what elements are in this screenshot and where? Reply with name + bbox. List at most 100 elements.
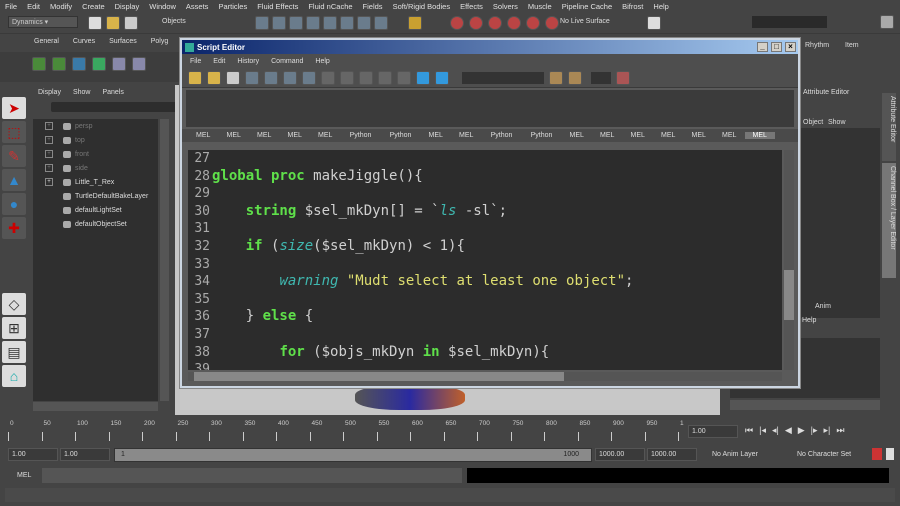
menu-fluid-ncache[interactable]: Fluid nCache (308, 2, 352, 11)
field-icon[interactable] (72, 57, 86, 71)
time-slider[interactable]: 0 50 100 150 200 250 300 350 400 450 500 550 600 650 7… (8, 420, 688, 442)
outliner-item[interactable]: +defaultLightSet (33, 203, 158, 217)
outliner-item[interactable]: + side (33, 161, 158, 175)
script-tab-mel[interactable]: MEL (623, 132, 654, 139)
move-tool-icon[interactable]: ▲ (2, 169, 26, 191)
echo-all-icon[interactable] (264, 70, 278, 85)
new-scene-icon[interactable] (88, 16, 102, 30)
clear-input-icon[interactable] (397, 70, 411, 85)
shelf-tab-surfaces[interactable]: Surfaces (109, 38, 137, 51)
menu-assets[interactable]: Assets (186, 2, 209, 11)
four-view-icon[interactable]: ⊞ (2, 317, 26, 339)
menu-solvers[interactable]: Solvers (493, 2, 518, 11)
script-tab-mel[interactable]: MEL (280, 132, 311, 139)
script-tab-mel[interactable]: MEL (451, 132, 482, 139)
select-component-icon[interactable] (289, 16, 303, 30)
goto-line-icon[interactable] (616, 70, 630, 85)
single-view-icon[interactable]: ◇ (2, 293, 26, 315)
close-button[interactable]: × (785, 42, 796, 52)
script-editor-titlebar[interactable]: Script Editor _ □ × (182, 40, 798, 54)
outliner-item[interactable]: + front (33, 147, 158, 161)
scroll-thumb[interactable] (194, 372, 564, 381)
menu-set-dropdown[interactable]: Dynamics ▾ (8, 16, 78, 28)
menu-display[interactable]: Display (115, 2, 140, 11)
shelf-tab-general[interactable]: General (34, 38, 59, 51)
menu-edit[interactable]: Edit (27, 2, 40, 11)
se-menu-command[interactable]: Command (271, 58, 303, 65)
playback-start-field[interactable]: 1.00 (60, 448, 110, 461)
outliner-menu-display[interactable]: Display (38, 89, 61, 96)
outliner-item[interactable]: + persp (33, 119, 158, 133)
hypershade-layout-icon[interactable]: ⌂ (2, 365, 26, 387)
preferences-icon[interactable] (886, 448, 894, 460)
script-tab-python[interactable]: Python (522, 132, 562, 139)
snap-point-icon[interactable] (340, 16, 354, 30)
script-tab-mel[interactable]: MEL (249, 132, 280, 139)
menu-particles[interactable]: Particles (218, 2, 247, 11)
se-menu-history[interactable]: History (237, 58, 259, 65)
search-down-icon[interactable] (549, 70, 563, 85)
menu-fields[interactable]: Fields (363, 2, 383, 11)
attr-menu-show[interactable]: Show (828, 119, 846, 126)
show-line-numbers-icon[interactable] (283, 70, 297, 85)
expand-icon[interactable]: + (45, 136, 53, 144)
menu-modify[interactable]: Modify (50, 2, 72, 11)
expand-icon[interactable]: + (45, 122, 53, 130)
outliner-layout-icon[interactable]: ▤ (2, 341, 26, 363)
quick-select-input[interactable] (752, 16, 827, 28)
expand-icon[interactable]: + (45, 150, 53, 158)
show-both-icon[interactable] (340, 70, 354, 85)
soft-body-icon[interactable] (112, 57, 126, 71)
lock-icon[interactable] (408, 16, 422, 30)
render-view-icon[interactable] (647, 16, 661, 30)
particle-tool-icon[interactable] (32, 57, 46, 71)
step-back-frame-icon[interactable]: ◂| (772, 425, 779, 436)
execute-all-icon[interactable] (416, 70, 430, 85)
script-tab-mel[interactable]: MEL (592, 132, 623, 139)
open-scene-icon[interactable] (106, 16, 120, 30)
maximize-button[interactable]: □ (771, 42, 782, 52)
script-tab-python[interactable]: Python (482, 132, 522, 139)
script-tab-python[interactable]: Python (381, 132, 421, 139)
goto-line-input[interactable] (591, 71, 611, 84)
execute-icon[interactable] (435, 70, 449, 85)
script-tab-mel[interactable]: MEL (744, 132, 775, 139)
select-object-icon[interactable] (272, 16, 286, 30)
current-frame-field[interactable]: 1.00 (688, 425, 738, 438)
script-tab-mel[interactable]: MEL (421, 132, 452, 139)
script-tab-mel[interactable]: MEL (714, 132, 745, 139)
search-input[interactable] (462, 71, 544, 84)
anim-layer-dropdown[interactable]: No Anim Layer (712, 451, 758, 458)
magnet-icon[interactable] (469, 16, 483, 30)
outliner-horizontal-scrollbar[interactable] (33, 402, 158, 411)
script-tab-mel[interactable]: MEL (188, 132, 219, 139)
outliner-item[interactable]: + top (33, 133, 158, 147)
attribute-editor-side-tab[interactable]: Attribute Editor (882, 93, 896, 161)
shelf-tab-item[interactable]: Item (845, 42, 859, 49)
layer-menu-help[interactable]: Help (802, 317, 816, 324)
source-script-icon[interactable] (207, 70, 221, 85)
outliner-item[interactable]: +TurtleDefaultBakeLayer (33, 189, 158, 203)
code-editor[interactable]: 27 28 global proc makeJiggle(){29 30 string… (188, 150, 782, 370)
select-hierarchy-icon[interactable] (255, 16, 269, 30)
menu-window[interactable]: Window (149, 2, 176, 11)
step-back-key-icon[interactable]: |◂ (759, 425, 766, 436)
menu-soft-rigid-bodies[interactable]: Soft/Rigid Bodies (393, 2, 451, 11)
magnet-icon[interactable] (488, 16, 502, 30)
show-stack-trace-icon[interactable] (302, 70, 316, 85)
snap-grid-icon[interactable] (306, 16, 320, 30)
menu-pipeline-cache[interactable]: Pipeline Cache (562, 2, 612, 11)
select-tool-icon[interactable]: ➤ (2, 97, 26, 119)
menu-fluid-effects[interactable]: Fluid Effects (257, 2, 298, 11)
search-up-icon[interactable] (568, 70, 582, 85)
show-history-icon[interactable] (321, 70, 335, 85)
code-vertical-scrollbar[interactable] (784, 150, 794, 370)
layer-horizontal-scrollbar[interactable] (730, 400, 880, 410)
shelf-tab-polyg[interactable]: Polyg (151, 38, 169, 51)
script-tab-mel[interactable]: MEL (310, 132, 341, 139)
go-to-start-icon[interactable]: ⏮ (745, 425, 753, 436)
menu-file[interactable]: File (5, 2, 17, 11)
clear-history-icon[interactable] (378, 70, 392, 85)
selection-mode-label[interactable]: Objects (162, 18, 186, 25)
step-forward-frame-icon[interactable]: |▸ (811, 425, 818, 436)
